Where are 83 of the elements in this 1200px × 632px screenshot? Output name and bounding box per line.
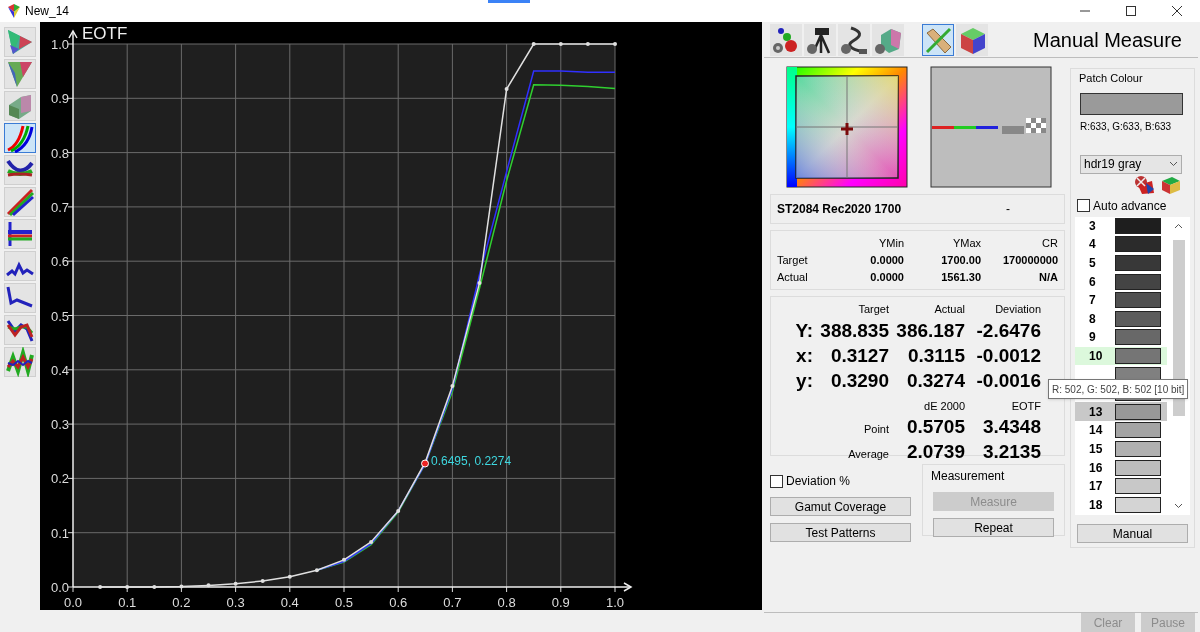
column-header: YMax	[951, 236, 981, 250]
table-cell-text: 170000000	[1001, 253, 1058, 267]
axis-tick-label: 0.8	[50, 145, 69, 161]
patch-number: 17	[1088, 478, 1104, 496]
row-label: y:	[795, 368, 813, 393]
axis-tick-label: 0.6	[50, 254, 69, 270]
axis-tick-label: 0.2	[50, 471, 69, 487]
column-header: YMin	[877, 236, 904, 250]
panel-title: Manual Measure	[1033, 27, 1182, 53]
column-header: CR	[1041, 236, 1058, 250]
patch-number: 13	[1088, 403, 1104, 421]
patch-number: 6	[1088, 273, 1097, 291]
patch-number: 7	[1088, 292, 1097, 310]
status-text: -	[1006, 201, 1010, 218]
table-cell-text: 1700.00	[940, 253, 981, 267]
axis-tick-label: 1.0	[50, 37, 69, 52]
reading-value: -0.0016	[975, 368, 1041, 393]
table-cell-text: 0.0000	[869, 253, 904, 267]
checkbox-label: Deviation %	[786, 473, 851, 490]
axis-tick-label: 0.8	[497, 595, 516, 610]
reading-value: 0.5705	[905, 415, 965, 439]
reading-value: 3.2135	[981, 440, 1041, 464]
patch-number: 15	[1088, 440, 1104, 458]
reading-value: -0.0012	[975, 343, 1041, 368]
patch-values: R:633, G:633, B:633	[1080, 119, 1173, 134]
axis-tick-label: 0.2	[172, 595, 191, 610]
axis-tick-label: 0.3	[50, 417, 69, 433]
point-readout: 0.6495, 0.2274	[431, 453, 512, 468]
reading-value: 0.3115	[906, 343, 965, 368]
patch-number: 18	[1088, 496, 1104, 514]
reading-value: 0.3127	[829, 343, 889, 368]
patch-number: 10	[1088, 347, 1104, 365]
column-header: dE 2000	[923, 398, 965, 414]
window-title: New_14	[25, 3, 70, 20]
table-cell-text: N/A	[1038, 270, 1058, 284]
axis-tick-label: 0.9	[551, 595, 570, 610]
axis-tick-label: 0.0	[50, 580, 69, 595]
axis-tick-label: 0.4	[50, 362, 69, 378]
row-label: Target	[777, 253, 809, 267]
axis-tick-label: 0.3	[226, 595, 245, 610]
reading-value: 388.835	[819, 318, 889, 343]
reading-value: -2.6476	[975, 318, 1041, 343]
column-header: Target	[857, 302, 889, 317]
axis-tick-label: 0.9	[50, 91, 69, 107]
preset-name: ST2084 Rec2020 1700	[777, 201, 902, 218]
table-cell-text: 0.0000	[869, 270, 904, 284]
reading-value: 0.3290	[829, 368, 889, 393]
patch-number: 3	[1088, 217, 1097, 235]
patch-number: 16	[1088, 459, 1104, 477]
group-title: Patch Colour	[1079, 71, 1144, 86]
patch-number: 8	[1088, 310, 1097, 328]
chart-title: EOTF	[82, 24, 128, 43]
axis-tick-label: 0.7	[443, 595, 462, 610]
reading-value: 386.187	[895, 318, 965, 343]
row-label: Actual	[777, 270, 809, 284]
reading-value: 3.4348	[981, 415, 1041, 439]
axis-tick-label: 0.5	[334, 595, 354, 610]
axis-tick-label: 0.6	[389, 595, 408, 610]
row-label: Y:	[794, 318, 813, 343]
tooltip: R: 502, G: 502, B: 502 [10 bit]	[1048, 379, 1189, 399]
reading-value: 2.0739	[905, 440, 965, 464]
axis-tick-label: 1.0	[605, 595, 625, 610]
row-label: x:	[795, 343, 813, 368]
axis-tick-label: 0.1	[50, 525, 69, 541]
column-header: Deviation	[994, 302, 1041, 317]
column-header: EOTF	[1010, 398, 1041, 414]
row-label: Point	[862, 422, 889, 437]
axis-tick-label: 0.5	[50, 308, 69, 324]
axis-tick-label: 0.0	[63, 595, 83, 610]
patch-number: 14	[1088, 422, 1104, 440]
patch-number: 9	[1088, 329, 1097, 347]
group-title: Measurement	[931, 468, 1006, 485]
axis-tick-label: 0.1	[118, 595, 137, 610]
reading-value: 0.3274	[905, 368, 965, 393]
patch-number: 5	[1088, 255, 1097, 272]
checkbox-label: Auto advance	[1093, 197, 1167, 215]
row-label: Average	[847, 447, 889, 462]
patch-number: 4	[1088, 236, 1097, 254]
axis-tick-label: 0.4	[280, 595, 299, 610]
axis-tick-label: 0.7	[50, 199, 69, 215]
dropdown-value: hdr19 gray	[1084, 156, 1142, 173]
column-header: Actual	[933, 302, 965, 317]
table-cell-text: 1561.30	[940, 270, 981, 284]
